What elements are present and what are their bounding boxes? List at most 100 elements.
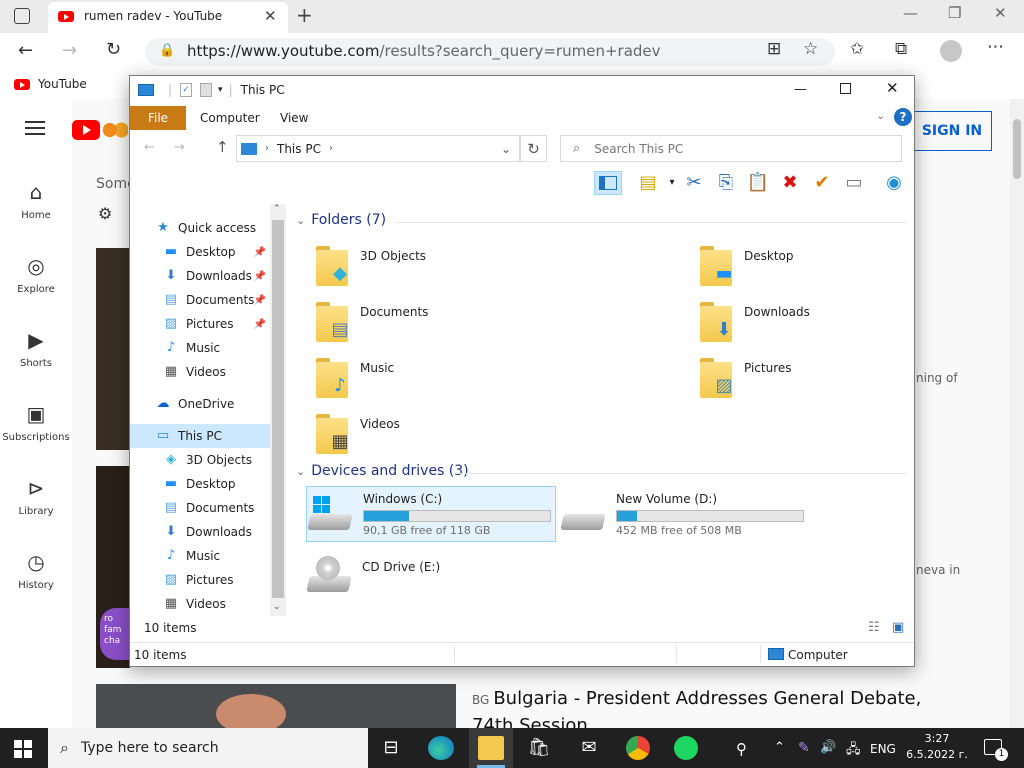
browser-tab[interactable]: rumen radev - YouTube ✕ bbox=[48, 2, 288, 33]
tab-computer[interactable]: Computer bbox=[200, 111, 260, 125]
customize-toolbar-icon[interactable]: ▾ bbox=[218, 85, 223, 95]
collections-icon[interactable]: ⧉ bbox=[895, 39, 907, 59]
address-dropdown-icon[interactable]: ⌄ bbox=[501, 142, 511, 156]
drive-item[interactable]: New Volume (D:) 452 MB free of 508 MB bbox=[560, 486, 810, 542]
pin-icon[interactable]: 📌 bbox=[254, 271, 266, 282]
maximize-icon[interactable] bbox=[840, 83, 851, 94]
restore-icon[interactable]: ❐ bbox=[948, 4, 961, 22]
globe-icon[interactable]: ◉ bbox=[880, 171, 908, 195]
notifications-icon[interactable]: 1 bbox=[984, 739, 1008, 761]
rename-check-icon[interactable]: ✔ bbox=[808, 171, 836, 195]
folder-item[interactable]: ▤ Documents bbox=[314, 296, 544, 346]
nav-item[interactable]: ♪ Music bbox=[130, 544, 270, 568]
delete-icon[interactable]: ✖ bbox=[776, 171, 804, 195]
properties-icon[interactable]: ✓ bbox=[180, 83, 193, 97]
nav-item[interactable]: ▤ Documents bbox=[130, 496, 270, 520]
chrome-icon[interactable] bbox=[626, 736, 650, 760]
video-thumbnail[interactable] bbox=[96, 248, 130, 450]
breadcrumb-this-pc[interactable]: This PC bbox=[277, 142, 321, 156]
folder-item[interactable]: ◆ 3D Objects bbox=[314, 240, 544, 290]
show-hidden-icons[interactable]: ⌃ bbox=[774, 740, 785, 755]
nav-item[interactable]: ▦ Videos bbox=[130, 360, 270, 384]
new-tab-button[interactable]: + bbox=[296, 3, 313, 27]
nav-item[interactable]: ▨ Pictures 📌 bbox=[130, 312, 270, 336]
nav-item[interactable]: ★ Quick access bbox=[130, 216, 270, 240]
favorite-youtube[interactable]: YouTube bbox=[38, 77, 87, 91]
youtube-logo[interactable] bbox=[72, 120, 100, 140]
drives-group-header[interactable]: ⌄ Devices and drives (3) bbox=[296, 463, 906, 479]
file-explorer-icon[interactable] bbox=[478, 736, 504, 760]
volume-icon[interactable]: 🔊 bbox=[820, 740, 836, 755]
address-bar[interactable]: › This PC › ⌄ bbox=[236, 135, 520, 162]
paste-icon[interactable]: 📋 bbox=[744, 171, 772, 195]
folders-group-header[interactable]: ⌄ Folders (7) bbox=[296, 212, 906, 228]
start-button[interactable] bbox=[14, 740, 32, 758]
edge-icon[interactable] bbox=[428, 736, 454, 760]
expand-ribbon-icon[interactable]: ⌄ bbox=[876, 109, 885, 122]
page-scrollbar[interactable] bbox=[1010, 99, 1024, 728]
breadcrumb-chevron-icon[interactable]: › bbox=[265, 143, 269, 154]
copy-icon[interactable]: ⎘ bbox=[712, 171, 740, 195]
details-view-icon[interactable]: ☷ bbox=[868, 620, 880, 635]
nav-item[interactable]: ▬ Desktop 📌 bbox=[130, 240, 270, 264]
store-icon[interactable]: 🛍 bbox=[526, 736, 552, 760]
forward-icon[interactable]: → bbox=[62, 40, 77, 61]
nav-item[interactable]: ▨ Pictures bbox=[130, 568, 270, 592]
nav-item[interactable]: ◈ 3D Objects bbox=[130, 448, 270, 472]
pin-icon[interactable]: 📌 bbox=[254, 319, 266, 330]
nav-explore[interactable]: ◎ Explore bbox=[0, 254, 72, 295]
nav-item[interactable]: ⬇ Downloads 📌 bbox=[130, 264, 270, 288]
network-icon[interactable]: 🖧 bbox=[846, 740, 861, 762]
nav-item[interactable]: ▭ This PC bbox=[130, 424, 270, 448]
folder-item[interactable]: ♪ Music bbox=[314, 352, 544, 402]
language-indicator[interactable]: ENG bbox=[870, 742, 896, 756]
nav-item[interactable]: ☁ OneDrive bbox=[130, 392, 270, 416]
nav-item[interactable]: ▦ Videos bbox=[130, 592, 270, 616]
back-icon[interactable]: ← bbox=[144, 140, 155, 155]
collapse-chevron-icon[interactable]: ⌄ bbox=[296, 214, 305, 227]
nav-item[interactable]: ▬ Desktop bbox=[130, 472, 270, 496]
nav-shorts[interactable]: ▶ Shorts bbox=[0, 328, 72, 369]
nav-history[interactable]: ◷ History bbox=[0, 550, 72, 591]
minimize-icon[interactable]: — bbox=[903, 4, 918, 22]
cut-icon[interactable]: ✂ bbox=[680, 171, 708, 195]
filters-icon[interactable]: ⚙ bbox=[98, 204, 112, 223]
properties-icon[interactable]: ▭ bbox=[840, 171, 868, 195]
video-thumbnail[interactable] bbox=[96, 684, 456, 734]
taskbar-search-box[interactable]: ⌕ Type here to search bbox=[48, 728, 368, 768]
profile-avatar[interactable] bbox=[940, 40, 962, 62]
reload-icon[interactable]: ↻ bbox=[106, 39, 121, 60]
add-favorite-icon[interactable]: ☆ bbox=[803, 39, 818, 59]
tiles-view-icon[interactable]: ▣ bbox=[892, 620, 904, 635]
folder-item[interactable]: ▨ Pictures bbox=[698, 352, 928, 402]
tab-file[interactable]: File bbox=[130, 106, 186, 130]
nav-item[interactable]: ▤ Documents 📌 bbox=[130, 288, 270, 312]
nav-library[interactable]: ⊳ Library bbox=[0, 476, 72, 517]
forward-icon[interactable]: → bbox=[174, 140, 185, 155]
mail-icon[interactable]: ✉ bbox=[576, 736, 602, 760]
sign-in-button[interactable]: SIGN IN bbox=[912, 111, 992, 151]
favorites-icon[interactable]: ✩ bbox=[850, 39, 864, 59]
nav-item[interactable]: ⬇ Downloads bbox=[130, 520, 270, 544]
breadcrumb-chevron-icon[interactable]: › bbox=[329, 143, 333, 154]
clock[interactable]: 3:27 6.5.2022 г. bbox=[906, 731, 968, 763]
tab-view[interactable]: View bbox=[280, 111, 308, 125]
drive-item[interactable]: Windows (C:) 90,1 GB free of 118 GB bbox=[306, 486, 556, 542]
nav-scrollbar[interactable]: ⌃ ⌄ bbox=[270, 204, 286, 616]
collapse-chevron-icon[interactable]: ⌄ bbox=[296, 465, 305, 478]
up-icon[interactable]: ↑ bbox=[216, 138, 229, 156]
nav-item[interactable]: ♪ Music bbox=[130, 336, 270, 360]
preview-pane-icon[interactable] bbox=[594, 171, 622, 195]
feather-icon[interactable]: ✎ bbox=[798, 740, 810, 756]
new-folder-icon[interactable] bbox=[200, 83, 213, 97]
folder-item[interactable]: ▦ Videos bbox=[314, 408, 544, 458]
more-icon[interactable]: ⋯ bbox=[987, 37, 1004, 57]
close-window-icon[interactable]: ✕ bbox=[994, 4, 1007, 22]
app-available-icon[interactable]: ⊞ bbox=[767, 39, 781, 59]
nav-subscriptions[interactable]: ▣ Subscriptions bbox=[0, 402, 72, 443]
people-icon[interactable]: ⚲ bbox=[736, 740, 747, 758]
minimize-icon[interactable]: — bbox=[794, 82, 807, 97]
back-icon[interactable]: ← bbox=[18, 40, 33, 61]
refresh-button[interactable]: ↻ bbox=[520, 135, 547, 162]
search-box[interactable]: ⌕ Search This PC bbox=[560, 135, 902, 162]
